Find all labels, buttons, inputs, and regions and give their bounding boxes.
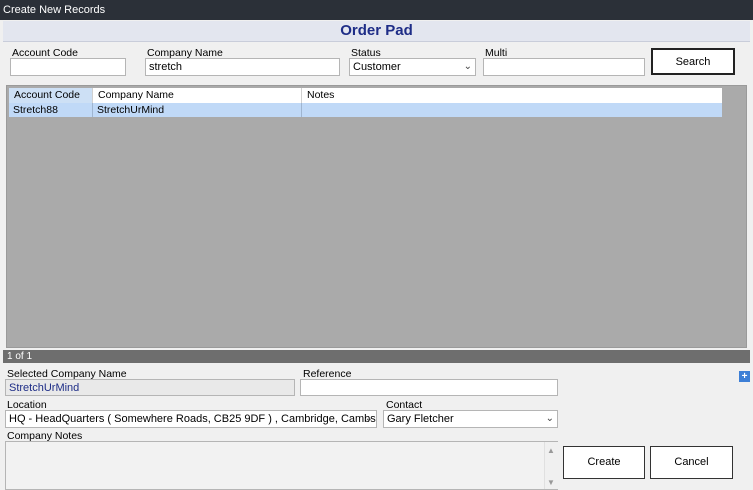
plus-icon[interactable]: + [739,371,750,382]
cancel-button[interactable]: Cancel [650,446,733,479]
results-grid: Account Code Company Name Notes Stretch8… [6,85,747,348]
table-row[interactable]: Stretch88 StretchUrMind [9,103,722,117]
pager-status: 1 of 1 [3,350,750,363]
reference-input[interactable] [300,379,558,396]
grid-header: Account Code Company Name Notes [9,88,722,103]
chevron-down-icon: ⌄ [463,61,472,72]
company-name-input[interactable]: stretch [145,58,340,76]
status-select[interactable]: Customer ⌄ [349,58,476,76]
chevron-down-icon: ⌄ [545,413,554,424]
column-header-notes[interactable]: Notes [302,88,722,103]
cell-account-code: Stretch88 [9,103,93,117]
column-header-account-code[interactable]: Account Code [9,88,93,103]
company-notes-textarea[interactable] [5,441,558,490]
multi-input[interactable] [483,58,645,76]
status-value: Customer [353,61,401,73]
column-header-company-name[interactable]: Company Name [93,88,302,103]
scroll-up-icon[interactable]: ▲ [547,446,555,455]
location-select[interactable]: HQ - HeadQuarters ( Somewhere Roads, CB2… [5,410,377,428]
window-title: Create New Records [0,0,753,20]
create-button[interactable]: Create [563,446,645,479]
cell-company-name: StretchUrMind [93,103,302,117]
contact-select[interactable]: Gary Fletcher ⌄ [383,410,558,428]
cell-notes [302,103,722,117]
account-code-input[interactable] [10,58,126,76]
chevron-down-icon: ⌄ [364,413,373,424]
location-value: HQ - HeadQuarters ( Somewhere Roads, CB2… [9,413,376,425]
search-button[interactable]: Search [651,48,735,75]
contact-value: Gary Fletcher [387,413,454,425]
notes-scrollbar[interactable]: ▲ ▼ [544,442,558,489]
selected-company-field: StretchUrMind [5,379,295,396]
scroll-down-icon[interactable]: ▼ [547,478,555,487]
page-title: Order Pad [3,21,750,42]
